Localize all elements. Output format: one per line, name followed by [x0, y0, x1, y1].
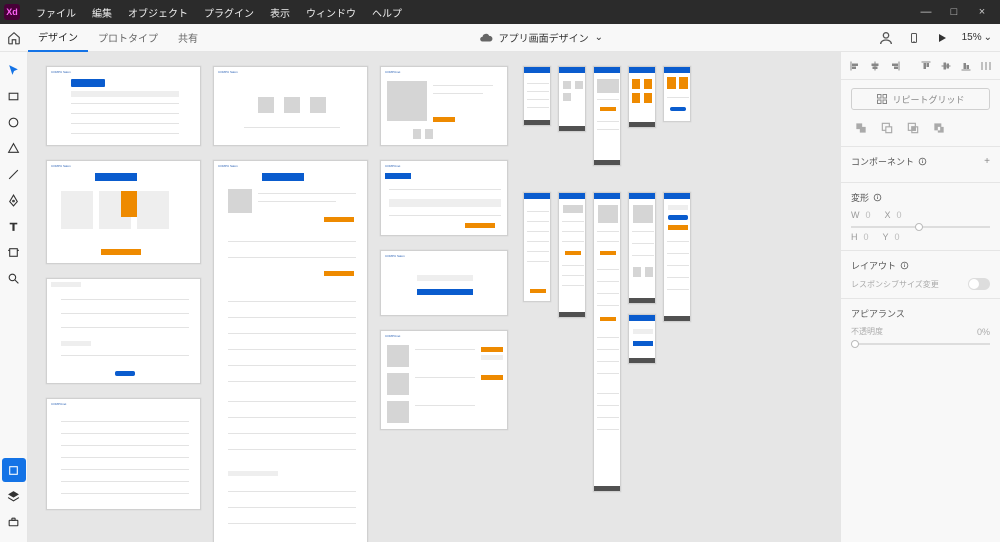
menu-file[interactable]: ファイル	[28, 5, 84, 20]
artboard[interactable]: COMPUnet	[380, 160, 508, 236]
exclude-icon[interactable]	[929, 118, 949, 138]
pen-tool[interactable]	[2, 188, 26, 212]
lock-aspect-slider[interactable]	[851, 226, 990, 228]
ellipse-tool[interactable]	[2, 110, 26, 134]
artboard[interactable]: COMPU Salon	[213, 160, 368, 542]
window-minimize-button[interactable]: —	[912, 0, 940, 24]
libraries-panel-button[interactable]	[2, 484, 26, 508]
width-value[interactable]: 0	[866, 210, 871, 220]
artboard[interactable]: COMPUnet	[380, 66, 508, 146]
opacity-value[interactable]: 0%	[977, 327, 990, 337]
align-left-icon[interactable]	[848, 59, 862, 73]
subtract-icon[interactable]	[877, 118, 897, 138]
artboard[interactable]: COMPU Salon	[213, 66, 368, 146]
menu-help[interactable]: ヘルプ	[364, 5, 410, 20]
distribute-icon[interactable]	[979, 59, 993, 73]
plugins-panel-button[interactable]	[2, 510, 26, 534]
opacity-slider[interactable]	[851, 343, 990, 345]
transform-section: 変形 W0 X0 H0 Y0	[841, 183, 1000, 251]
artboard-mobile[interactable]	[663, 192, 691, 322]
align-vcenter-icon[interactable]	[939, 59, 953, 73]
align-right-icon[interactable]	[888, 59, 902, 73]
info-icon	[900, 261, 909, 270]
artboard-tool[interactable]	[2, 240, 26, 264]
artboard-mobile[interactable]	[593, 66, 621, 166]
mobile-preview-button[interactable]	[902, 26, 926, 50]
menu-plugins[interactable]: プラグイン	[196, 5, 262, 20]
artboard-mobile[interactable]	[523, 192, 551, 302]
canvas[interactable]: COMPU Salon COMPU Salon COMPUnet	[28, 52, 840, 542]
artboard-mobile[interactable]	[663, 66, 691, 122]
toolbar-left	[0, 52, 28, 542]
artboard[interactable]	[46, 278, 201, 384]
artboard[interactable]: COMPU Salon	[380, 250, 508, 316]
artboard-mobile[interactable]	[628, 192, 656, 304]
y-value[interactable]: 0	[895, 232, 900, 242]
tab-design[interactable]: デザイン	[28, 24, 88, 52]
union-icon[interactable]	[851, 118, 871, 138]
desktop-preview-button[interactable]	[930, 26, 954, 50]
artboard[interactable]: COMPU Salon	[46, 66, 201, 146]
tab-prototype[interactable]: プロトタイプ	[88, 24, 168, 52]
artboard-mobile[interactable]	[523, 66, 551, 126]
artboard-mobile[interactable]	[628, 314, 656, 364]
align-bottom-icon[interactable]	[959, 59, 973, 73]
menu-view[interactable]: 表示	[262, 5, 298, 20]
align-top-icon[interactable]	[919, 59, 933, 73]
responsive-toggle[interactable]	[968, 278, 990, 290]
artboard[interactable]: COMPUnet	[46, 398, 201, 510]
tab-share[interactable]: 共有	[168, 24, 208, 52]
appearance-section: アピアランス 不透明度 0%	[841, 299, 1000, 357]
info-icon	[873, 193, 882, 202]
align-hcenter-icon[interactable]	[868, 59, 882, 73]
title-dropdown-icon: ⌄	[595, 32, 603, 43]
opacity-label: 不透明度	[851, 326, 883, 337]
cloud-icon	[479, 31, 493, 45]
menu-edit[interactable]: 編集	[84, 5, 120, 20]
document-header: デザイン プロトタイプ 共有 アプリ画面デザイン ⌄ 15% ⌄	[0, 24, 1000, 52]
artboard-mobile[interactable]	[593, 192, 621, 492]
artboard-mobile[interactable]	[558, 66, 586, 132]
document-title: アプリ画面デザイン	[499, 30, 589, 45]
home-button[interactable]	[0, 31, 28, 45]
artboard-mobile[interactable]	[628, 66, 656, 128]
properties-panel: リピートグリッド コンポーネント + 変形 W0 X0	[840, 52, 1000, 542]
repeat-grid-button[interactable]: リピートグリッド	[851, 88, 990, 110]
app-icon: Xd	[4, 4, 20, 20]
window-close-button[interactable]: ×	[968, 0, 996, 24]
boolean-ops	[851, 118, 990, 138]
artboard[interactable]: COMPU Salon	[46, 160, 201, 264]
layers-panel-button[interactable]	[2, 458, 26, 482]
x-value[interactable]: 0	[897, 210, 902, 220]
window-maximize-button[interactable]: □	[940, 0, 968, 24]
select-tool[interactable]	[2, 58, 26, 82]
align-tools	[841, 52, 1000, 80]
info-icon	[918, 157, 927, 166]
text-tool[interactable]	[2, 214, 26, 238]
chevron-down-icon: ⌄	[984, 32, 992, 43]
height-value[interactable]: 0	[864, 232, 869, 242]
user-avatar-button[interactable]	[874, 26, 898, 50]
line-tool[interactable]	[2, 162, 26, 186]
rectangle-tool[interactable]	[2, 84, 26, 108]
intersect-icon[interactable]	[903, 118, 923, 138]
document-title-area[interactable]: アプリ画面デザイン ⌄	[208, 30, 874, 45]
mode-tabs: デザイン プロトタイプ 共有	[28, 24, 208, 52]
polygon-tool[interactable]	[2, 136, 26, 160]
menu-object[interactable]: オブジェクト	[120, 5, 196, 20]
zoom-tool[interactable]	[2, 266, 26, 290]
responsive-resize-label: レスポンシブサイズ変更	[851, 279, 939, 290]
artboard[interactable]: COMPUnet	[380, 330, 508, 430]
artboard-mobile[interactable]	[558, 192, 586, 318]
zoom-level[interactable]: 15% ⌄	[958, 32, 996, 43]
layout-section: レイアウト レスポンシブサイズ変更	[841, 251, 1000, 299]
menu-window[interactable]: ウィンドウ	[298, 5, 364, 20]
component-section: コンポーネント +	[841, 147, 1000, 183]
add-component-button[interactable]: +	[984, 156, 990, 167]
menubar: Xd ファイル 編集 オブジェクト プラグイン 表示 ウィンドウ ヘルプ — □…	[0, 0, 1000, 24]
